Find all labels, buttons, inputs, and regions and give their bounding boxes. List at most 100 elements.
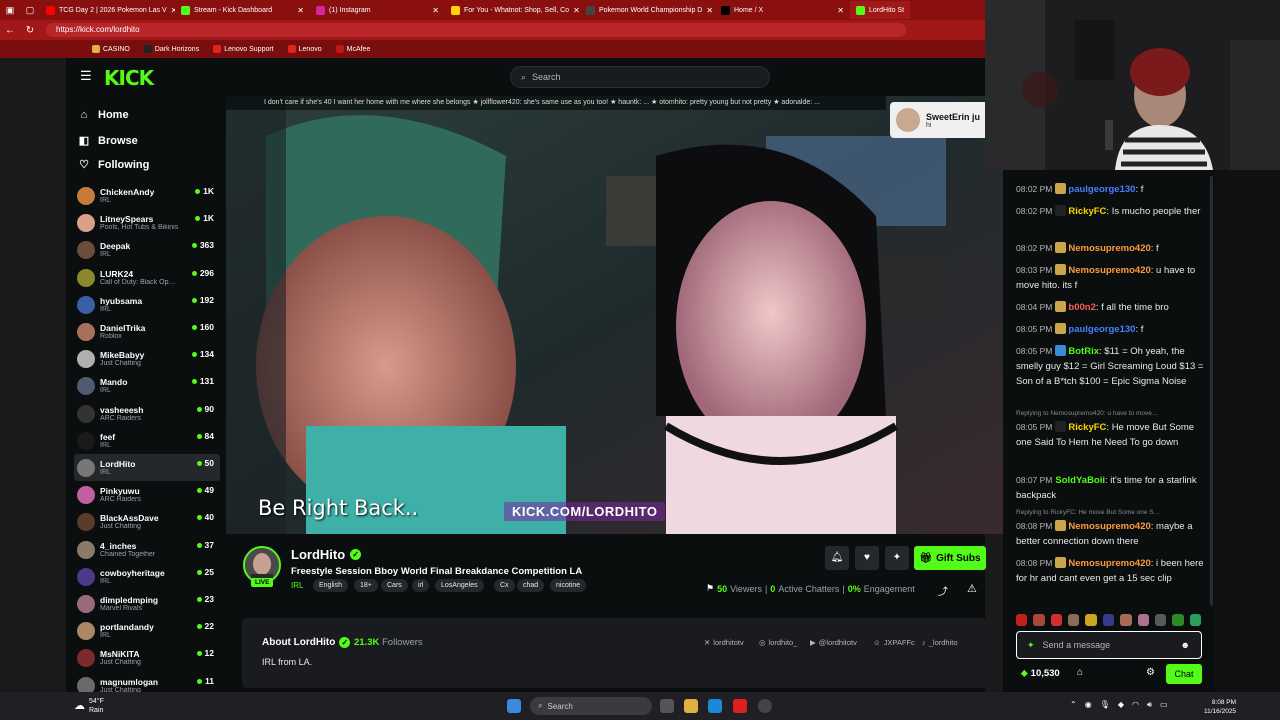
chat-message[interactable]: 08:05 PM BotRix: $11 = Oh yeah, the smell… — [1016, 344, 1206, 389]
tab-3[interactable]: For You - Whatnot: Shop, Sell, Co ✕ — [445, 1, 580, 19]
chat-scrollbar[interactable] — [1210, 176, 1213, 606]
close-icon[interactable]: ✕ — [706, 6, 713, 15]
nav-following[interactable]: ♡ Following — [78, 158, 149, 172]
bookmark-mcafee[interactable]: McAfee — [335, 45, 370, 53]
emote-icon[interactable] — [1016, 614, 1028, 626]
chat-username[interactable]: SoldYaBoii — [1055, 475, 1105, 486]
battery-icon[interactable]: ▭ — [1160, 700, 1168, 710]
social-youtube[interactable]: ▶ @lordhitotv — [810, 638, 857, 647]
weather-widget[interactable]: ☁ 54°F Rain — [74, 697, 104, 715]
task-view-icon[interactable] — [660, 699, 674, 713]
notification-bell-button[interactable]: 🔔︎ — [825, 546, 849, 570]
sidebar-channel[interactable]: ChickenAndy IRL 1K — [74, 182, 220, 209]
chat-username[interactable]: RickyFC — [1068, 422, 1106, 433]
sidebar-channel[interactable]: vasheeesh ARC Raiders 90 — [74, 400, 220, 427]
emote-icon[interactable] — [1068, 614, 1080, 626]
share-icon[interactable]: ⤴ — [938, 583, 948, 598]
reload-icon[interactable]: ↻ — [20, 25, 40, 36]
sidebar-channel[interactable]: cowboyheritage IRL 25 — [74, 563, 220, 590]
social-tiktok[interactable]: ♪ _lordhito — [922, 638, 958, 647]
file-explorer-icon[interactable] — [684, 699, 698, 713]
kick-logo[interactable]: KICK — [104, 66, 154, 90]
search-input[interactable]: ⌕ Search — [510, 66, 770, 88]
tab-4[interactable]: Pokemon World Championship D ✕ — [580, 1, 715, 19]
social-discord[interactable]: ☺ JXPAFFc — [873, 638, 915, 647]
chat-input[interactable]: ✦ Send a message ☻ — [1016, 631, 1202, 659]
chat-message[interactable]: 08:02 PM RickyFC: Is mucho people ther — [1016, 204, 1206, 219]
chat-message[interactable]: 08:05 PM paulgeorge130: f — [1016, 322, 1206, 337]
sidebar-channel[interactable]: BlackAssDave Just Chatting 40 — [74, 508, 220, 535]
stream-tag[interactable]: LosAngeles — [435, 579, 484, 592]
chat-message[interactable]: 08:08 PM Nemosupremo420: maybe a better c… — [1016, 519, 1206, 549]
chat-message[interactable]: 08:04 PM b00n2: f all the time bro — [1016, 300, 1206, 315]
chat-message[interactable]: 08:03 PM Nemosupremo420: u have to move h… — [1016, 263, 1206, 293]
obs-icon[interactable] — [758, 699, 772, 713]
menu-icon[interactable]: ☰ — [80, 69, 92, 82]
chevron-up-icon[interactable]: ⌃ — [1070, 700, 1077, 710]
streamer-name[interactable]: LordHito ✓ — [291, 547, 362, 562]
sidebar-channel[interactable]: MikeBabyy Just Chatting 134 — [74, 345, 220, 372]
sidebar-channel[interactable]: Deepak IRL 363 — [74, 236, 220, 263]
emote-icon[interactable] — [1050, 614, 1063, 626]
video-player[interactable] — [226, 96, 1003, 534]
channel-points[interactable]: ⬥ 10,530 — [1021, 668, 1060, 679]
tab-0[interactable]: TCG Day 2 | 2026 Pokemon Las V ✕ — [40, 1, 175, 19]
sidebar-channel[interactable]: LURK24 Call of Duty: Black Op… 296 — [74, 264, 220, 291]
stream-tag[interactable]: Cars — [381, 579, 408, 592]
sidebar-channel[interactable]: MsNiKITA Just Chatting 12 — [74, 644, 220, 671]
wifi-icon[interactable]: ◠ — [1132, 700, 1139, 710]
more-actions-button[interactable]: ✦ — [885, 546, 909, 570]
emote-icon[interactable] — [1102, 614, 1115, 626]
chat-message[interactable]: 08:05 PM RickyFC: He move But Some one Sa… — [1016, 420, 1206, 450]
stream-tag[interactable]: Cx — [494, 579, 515, 592]
chat-message[interactable]: 08:02 PM paulgeorge130: f — [1016, 182, 1206, 197]
chat-username[interactable]: Nemosupremo420 — [1068, 265, 1150, 276]
bookmark-dark-horizons[interactable]: Dark Horizons — [143, 45, 199, 53]
emote-icon[interactable] — [1085, 614, 1097, 626]
stream-category[interactable]: IRL — [291, 581, 303, 590]
social-instagram[interactable]: ◎ lordhito_ — [759, 638, 797, 647]
sidebar-channel[interactable]: DanielTrika Roblox 160 — [74, 318, 220, 345]
volume-icon[interactable]: 🔊︎ — [1147, 700, 1152, 710]
emote-icon[interactable] — [1120, 614, 1132, 626]
close-icon[interactable]: ✕ — [297, 6, 304, 15]
taskbar-clock[interactable]: 8:08 PM 11/16/2025 — [1204, 698, 1236, 716]
nav-home[interactable]: ⌂ Home — [78, 109, 129, 121]
tray-app-icon[interactable]: ◆ — [1118, 700, 1124, 710]
chat-username[interactable]: RickyFC — [1068, 206, 1106, 217]
edge-icon[interactable] — [708, 699, 722, 713]
emote-icon[interactable] — [1154, 614, 1167, 626]
close-icon[interactable]: ✕ — [837, 6, 844, 15]
tray-app-icon[interactable]: ◉ — [1085, 700, 1092, 710]
sidebar-channel[interactable]: 4_inches Chained Together 37 — [74, 536, 220, 563]
microphone-icon[interactable]: 🎙︎ — [1100, 700, 1110, 710]
taskbar-search[interactable]: ⌕ Search — [530, 697, 652, 715]
windows-start-icon[interactable] — [507, 699, 521, 713]
chat-message[interactable]: 08:07 PM SoldYaBoii: it's time for a star… — [1016, 473, 1206, 503]
sidebar-channel[interactable]: Pinkyuwu ARC Raiders 49 — [74, 481, 220, 508]
emoji-icon[interactable]: ☻ — [1181, 640, 1190, 650]
bookmark-lenovo-support[interactable]: Lenovo Support — [213, 45, 274, 53]
close-icon[interactable]: ✕ — [573, 6, 580, 15]
chat-send-button[interactable]: Chat — [1166, 664, 1202, 684]
bookmark-lenovo[interactable]: Lenovo — [287, 45, 322, 53]
chat-username[interactable]: paulgeorge130 — [1068, 184, 1135, 195]
chat-message[interactable]: 08:02 PM Nemosupremo420: f — [1016, 241, 1206, 256]
close-icon[interactable]: ✕ — [432, 6, 439, 15]
chat-username[interactable]: paulgeorge130 — [1068, 324, 1135, 335]
stream-tag[interactable]: 18+ — [354, 579, 378, 592]
chat-username[interactable]: b00n2 — [1068, 302, 1095, 313]
sidebar-channel[interactable]: LordHito IRL 50 — [74, 454, 220, 481]
tab-1[interactable]: Stream - Kick Dashboard ✕ — [175, 1, 310, 19]
back-icon[interactable]: ← — [0, 25, 20, 36]
browser-menu-icon[interactable]: ▣ — [0, 5, 20, 16]
stream-tag[interactable]: chad — [517, 579, 545, 592]
settings-icon[interactable]: ⚙ — [1146, 667, 1155, 678]
follow-button[interactable]: ♥ — [855, 546, 879, 570]
stream-tag[interactable]: nicotine — [550, 579, 587, 592]
sidebar-channel[interactable]: portlandandy IRL 22 — [74, 617, 220, 644]
emote-icon[interactable] — [1137, 614, 1149, 626]
youtube-app-icon[interactable] — [733, 699, 747, 713]
emote-icon[interactable] — [1172, 614, 1184, 626]
store-icon[interactable]: ⌂ — [1077, 667, 1083, 678]
